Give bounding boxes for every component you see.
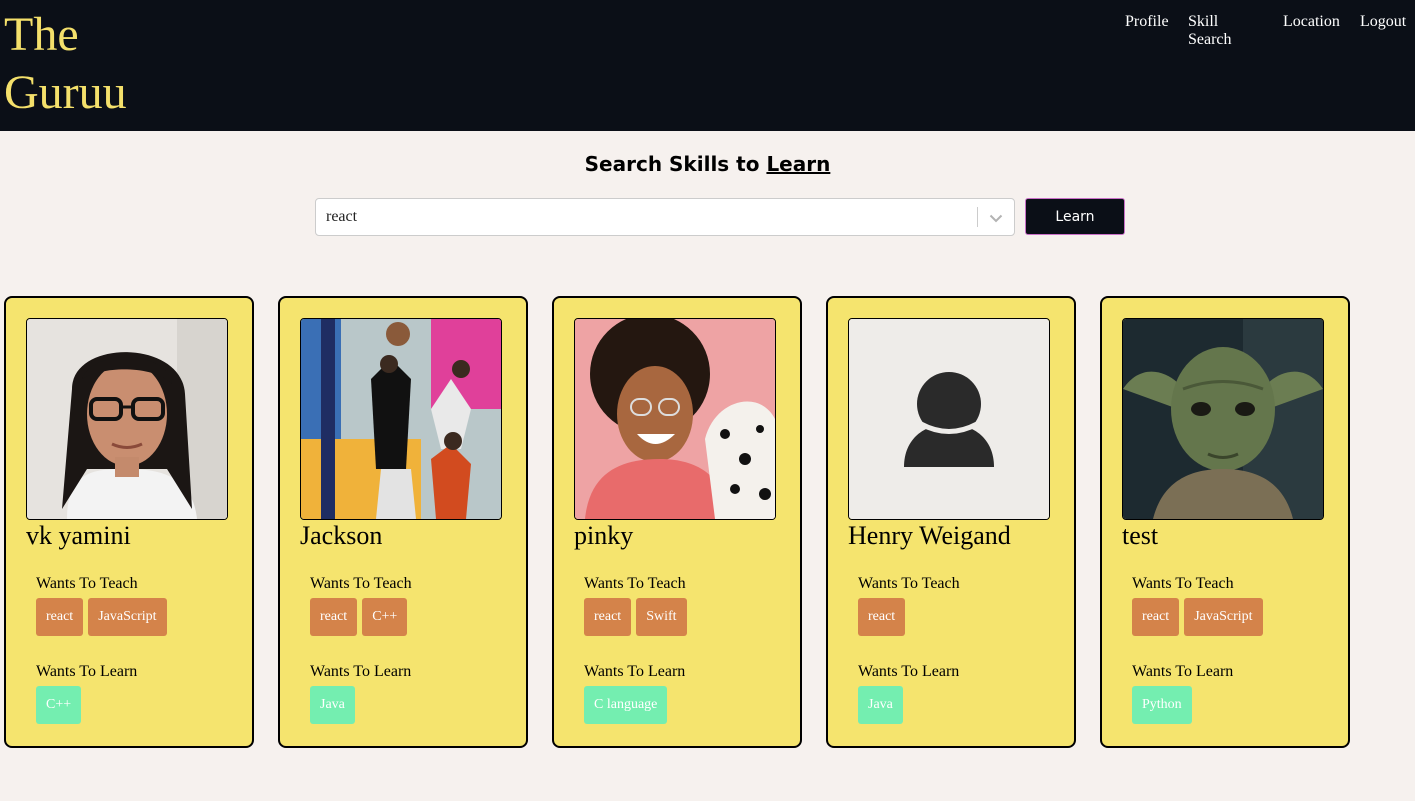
wants-to-teach-label: Wants To Teach	[36, 575, 138, 592]
select-separator	[977, 207, 978, 227]
learn-skills: C language	[584, 686, 668, 724]
wants-to-teach-label: Wants To Teach	[310, 575, 412, 592]
skill-select[interactable]: react	[315, 198, 1015, 236]
teach-skills: react C++	[310, 598, 408, 636]
profile-photo	[300, 318, 502, 520]
profile-name: test	[1122, 521, 1159, 550]
wants-to-learn-label: Wants To Learn	[310, 663, 412, 680]
profile-photo	[1122, 318, 1324, 520]
top-navbar: The Guruu Profile Skill Search Location …	[0, 0, 1415, 131]
profile-card[interactable]: test Wants To Teach react JavaScript Wan…	[1100, 296, 1350, 748]
learn-skills: C++	[36, 686, 82, 724]
page-title-link[interactable]: Learn	[766, 152, 830, 176]
yoda-photo	[1123, 319, 1323, 519]
nav-logout-link[interactable]: Logout	[1360, 13, 1406, 31]
wants-to-learn-label: Wants To Learn	[1132, 663, 1234, 680]
teach-skill-chip[interactable]: C++	[362, 598, 408, 636]
teach-skills: react Swift	[584, 598, 687, 636]
learn-button[interactable]: Learn	[1025, 198, 1125, 235]
woman-glasses-photo	[27, 319, 227, 519]
skill-select-value: react	[326, 208, 358, 225]
wants-to-learn-label: Wants To Learn	[858, 663, 960, 680]
learn-skills: Python	[1132, 686, 1192, 724]
page-title: Search Skills to Learn	[0, 150, 1415, 178]
teach-skill-chip[interactable]: react	[36, 598, 84, 636]
learn-skill-chip[interactable]: C language	[584, 686, 668, 724]
brand-logo[interactable]: The Guruu	[4, 6, 184, 122]
learn-skill-chip[interactable]: C++	[36, 686, 82, 724]
profile-name: vk yamini	[26, 521, 131, 550]
profile-card[interactable]: vk yamini Wants To Teach react JavaScrip…	[4, 296, 254, 748]
teach-skill-chip[interactable]: react	[858, 598, 906, 636]
default-avatar-icon	[849, 319, 1049, 519]
teach-skills: react	[858, 598, 906, 636]
wants-to-teach-label: Wants To Teach	[1132, 575, 1234, 592]
profile-card[interactable]: Henry Weigand Wants To Teach react Wants…	[826, 296, 1076, 748]
wants-to-teach-label: Wants To Teach	[584, 575, 686, 592]
nav-skill-search-link[interactable]: Skill Search	[1188, 13, 1248, 49]
nav-profile-link[interactable]: Profile	[1125, 13, 1169, 31]
profile-photo	[26, 318, 228, 520]
teach-skill-chip[interactable]: JavaScript	[88, 598, 167, 636]
basketball-photo	[301, 319, 501, 519]
learn-skill-chip[interactable]: Python	[1132, 686, 1192, 724]
wants-to-teach-label: Wants To Teach	[858, 575, 960, 592]
learn-skill-chip[interactable]: Java	[310, 686, 355, 724]
teach-skill-chip[interactable]: react	[584, 598, 632, 636]
profile-name: pinky	[574, 521, 634, 550]
profile-name: Jackson	[300, 521, 383, 550]
teach-skills: react JavaScript	[1132, 598, 1263, 636]
teach-skill-chip[interactable]: JavaScript	[1184, 598, 1263, 636]
wants-to-learn-label: Wants To Learn	[36, 663, 138, 680]
nav-location-link[interactable]: Location	[1283, 13, 1340, 31]
chevron-down-icon[interactable]	[986, 208, 1006, 228]
learn-skill-chip[interactable]: Java	[858, 686, 903, 724]
teach-skill-chip[interactable]: Swift	[636, 598, 687, 636]
learn-skills: Java	[310, 686, 355, 724]
profile-card[interactable]: pinky Wants To Teach react Swift Wants T…	[552, 296, 802, 748]
profile-card[interactable]: Jackson Wants To Teach react C++ Wants T…	[278, 296, 528, 748]
profile-photo	[848, 318, 1050, 520]
learn-skills: Java	[858, 686, 903, 724]
teach-skills: react JavaScript	[36, 598, 167, 636]
teach-skill-chip[interactable]: react	[1132, 598, 1180, 636]
smiling-woman-dog-photo	[575, 319, 775, 519]
profile-name: Henry Weigand	[848, 521, 1011, 550]
teach-skill-chip[interactable]: react	[310, 598, 358, 636]
profile-photo	[574, 318, 776, 520]
page-title-prefix: Search Skills to	[584, 152, 767, 176]
wants-to-learn-label: Wants To Learn	[584, 663, 686, 680]
